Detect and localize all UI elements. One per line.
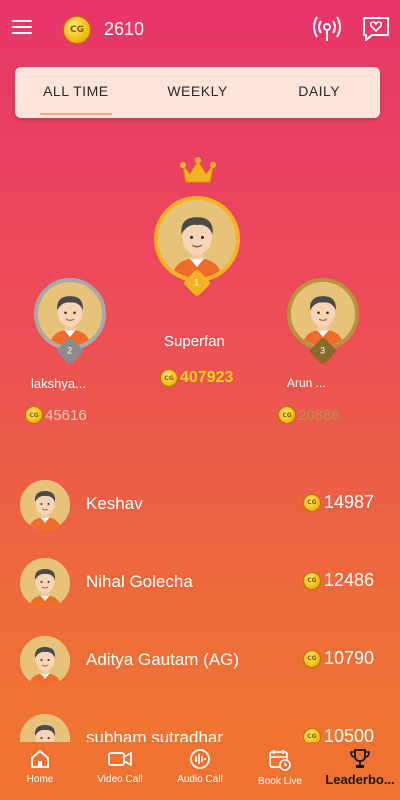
home-icon bbox=[31, 750, 49, 768]
nav-video-call[interactable]: Video Call bbox=[80, 742, 160, 800]
hamburger-menu-icon[interactable] bbox=[12, 20, 32, 36]
first-place-name: Superfan bbox=[164, 333, 225, 350]
coin-icon: CG bbox=[302, 493, 321, 512]
user-name: Nihal Golecha bbox=[86, 572, 193, 591]
user-points: 2610 bbox=[104, 19, 145, 39]
bottom-navigation: Home Video Call Audio Call Book Live Lea… bbox=[0, 742, 400, 800]
list-item[interactable]: Keshav CG 14987 bbox=[0, 480, 400, 558]
user-points: CG 12486 bbox=[302, 570, 374, 591]
video-camera-icon bbox=[108, 752, 132, 766]
trophy-icon bbox=[350, 749, 370, 768]
list-item[interactable]: Nihal Golecha CG 12486 bbox=[0, 558, 400, 636]
tab-daily[interactable]: DAILY bbox=[258, 67, 380, 118]
third-place-name: Arun ... bbox=[287, 376, 326, 390]
first-place-points: CG 407923 bbox=[160, 369, 233, 387]
user-points: CG 10790 bbox=[302, 648, 374, 669]
nav-label: Leaderbo... bbox=[325, 772, 395, 787]
nav-label: Audio Call bbox=[177, 774, 223, 785]
rank-number: 3 bbox=[320, 345, 326, 356]
user-avatar bbox=[20, 636, 70, 686]
points-value: 12486 bbox=[323, 570, 374, 590]
coin-icon: CG bbox=[302, 571, 321, 590]
user-avatar bbox=[20, 480, 70, 530]
leaderboard-tabs: ALL TIME WEEKLY DAILY bbox=[15, 67, 380, 118]
user-name: Aditya Gautam (AG) bbox=[86, 650, 240, 669]
tab-all-time[interactable]: ALL TIME bbox=[15, 67, 137, 118]
coin-label: CG bbox=[70, 25, 84, 35]
coin-label: CG bbox=[164, 374, 174, 382]
broadcast-icon[interactable] bbox=[312, 16, 342, 47]
calendar-clock-icon bbox=[269, 750, 291, 771]
user-name: Keshav bbox=[86, 494, 143, 513]
rank-number: 1 bbox=[194, 277, 200, 288]
second-place-points: CG 45616 bbox=[25, 406, 87, 424]
rank-number: 2 bbox=[67, 345, 73, 356]
audio-call-icon bbox=[190, 749, 210, 769]
message-heart-icon[interactable] bbox=[362, 16, 390, 47]
nav-label: Video Call bbox=[97, 774, 143, 785]
coin-label: CG bbox=[282, 411, 292, 419]
coin-icon: CG bbox=[63, 16, 91, 44]
crown-icon bbox=[180, 156, 216, 191]
list-item[interactable]: Aditya Gautam (AG) CG 10790 bbox=[0, 636, 400, 714]
nav-label: Book Live bbox=[258, 776, 302, 787]
coin-label: CG bbox=[307, 499, 317, 506]
nav-leaderboard[interactable]: Leaderbo... bbox=[320, 742, 400, 800]
app-header: CG 2610 bbox=[0, 0, 400, 60]
tab-weekly[interactable]: WEEKLY bbox=[137, 67, 259, 118]
coin-icon: CG bbox=[278, 406, 296, 424]
user-avatar bbox=[20, 558, 70, 608]
nav-audio-call[interactable]: Audio Call bbox=[160, 742, 240, 800]
coin-label: CG bbox=[29, 411, 39, 419]
nav-book-live[interactable]: Book Live bbox=[240, 742, 320, 800]
coin-label: CG bbox=[307, 733, 317, 740]
coin-icon: CG bbox=[302, 649, 321, 668]
points-value: 20886 bbox=[298, 406, 340, 424]
points-value: 407923 bbox=[180, 369, 234, 386]
third-place-points: CG 20886 bbox=[278, 406, 340, 424]
user-points: CG 14987 bbox=[302, 492, 374, 513]
points-value: 45616 bbox=[45, 406, 87, 424]
coin-label: CG bbox=[307, 655, 317, 662]
second-place-name: lakshya... bbox=[31, 376, 86, 391]
points-value: 14987 bbox=[323, 492, 374, 512]
coin-icon: CG bbox=[25, 406, 43, 424]
nav-home[interactable]: Home bbox=[0, 742, 80, 800]
points-value: 10790 bbox=[323, 648, 374, 668]
nav-label: Home bbox=[26, 774, 54, 785]
coin-label: CG bbox=[307, 577, 317, 584]
coin-icon: CG bbox=[160, 369, 178, 387]
